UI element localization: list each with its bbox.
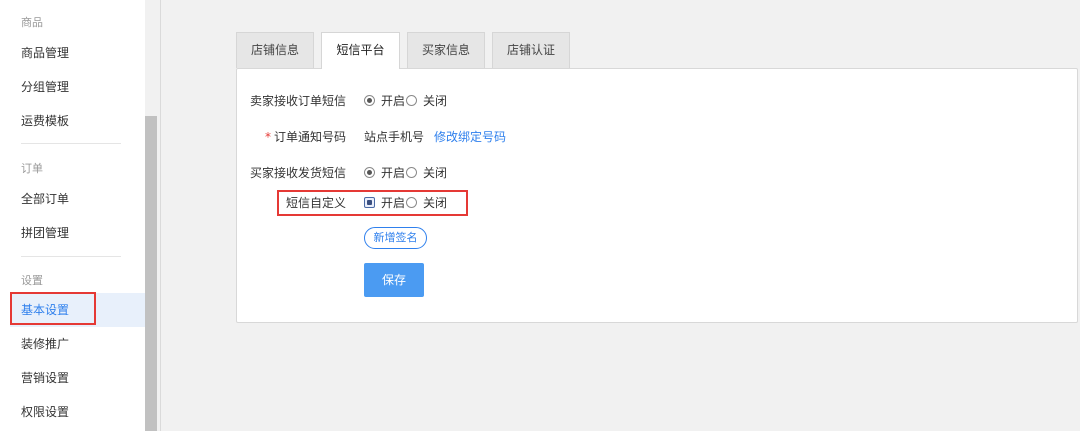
sidebar-item-group-management[interactable]: 分组管理 — [10, 70, 145, 104]
notify-number-label: * 订单通知号码 — [256, 127, 346, 147]
seller-sms-on-label[interactable]: 开启 — [381, 91, 405, 111]
sidebar-item-marketing[interactable]: 营销设置 — [10, 361, 145, 395]
section-header-goods: 商品 — [21, 16, 43, 29]
content-divider — [160, 0, 161, 431]
sidebar-item-goods-management[interactable]: 商品管理 — [10, 36, 145, 70]
tab-sms-platform[interactable]: 短信平台 — [321, 32, 400, 69]
tab-store-info[interactable]: 店铺信息 — [236, 32, 314, 68]
tab-store-verification[interactable]: 店铺认证 — [492, 32, 570, 68]
custom-sms-off-label[interactable]: 关闭 — [423, 193, 447, 213]
section-header-settings: 设置 — [21, 274, 43, 287]
sidebar-item-shipping-template[interactable]: 运费模板 — [10, 104, 145, 138]
seller-sms-label: 卖家接收订单短信 — [249, 94, 346, 108]
seller-sms-on-radio[interactable] — [364, 95, 375, 106]
sidebar-item-decoration[interactable]: 装修推广 — [10, 327, 145, 361]
sidebar: 商品 商品管理 分组管理 运费模板 订单 全部订单 拼团管理 设置 基本设置 装… — [0, 0, 145, 431]
seller-sms-off-radio[interactable] — [406, 95, 417, 106]
custom-sms-off-radio[interactable] — [406, 197, 417, 208]
section-header-orders: 订单 — [21, 162, 43, 175]
sms-settings-panel — [236, 68, 1078, 323]
custom-sms-on-radio[interactable] — [364, 197, 375, 208]
sidebar-item-group-buy[interactable]: 拼团管理 — [10, 216, 145, 250]
buyer-sms-off-label[interactable]: 关闭 — [423, 163, 447, 183]
buyer-sms-off-radio[interactable] — [406, 167, 417, 178]
seller-sms-off-label[interactable]: 关闭 — [423, 91, 447, 111]
save-button[interactable]: 保存 — [364, 263, 424, 297]
notify-number-label-text: 订单通知号码 — [273, 130, 346, 144]
buyer-sms-on-label[interactable]: 开启 — [381, 163, 405, 183]
sidebar-item-permissions[interactable]: 权限设置 — [10, 395, 145, 429]
sidebar-item-all-orders[interactable]: 全部订单 — [10, 182, 145, 216]
notify-number-value: 站点手机号 — [364, 130, 425, 144]
sidebar-divider — [21, 256, 121, 257]
sidebar-divider — [21, 143, 121, 144]
buyer-sms-on-radio[interactable] — [364, 167, 375, 178]
sidebar-item-basic-settings[interactable]: 基本设置 — [10, 293, 145, 327]
custom-sms-label: 短信自定义 — [285, 196, 346, 210]
buyer-sms-label: 买家接收发货短信 — [249, 166, 346, 180]
required-mark: * — [264, 130, 271, 144]
tab-buyer-info[interactable]: 买家信息 — [407, 32, 485, 68]
change-number-link[interactable]: 修改绑定号码 — [434, 127, 506, 147]
custom-sms-on-label[interactable]: 开启 — [381, 193, 405, 213]
add-signature-button[interactable]: 新增签名 — [364, 227, 427, 249]
scrollbar-thumb[interactable] — [145, 116, 157, 431]
